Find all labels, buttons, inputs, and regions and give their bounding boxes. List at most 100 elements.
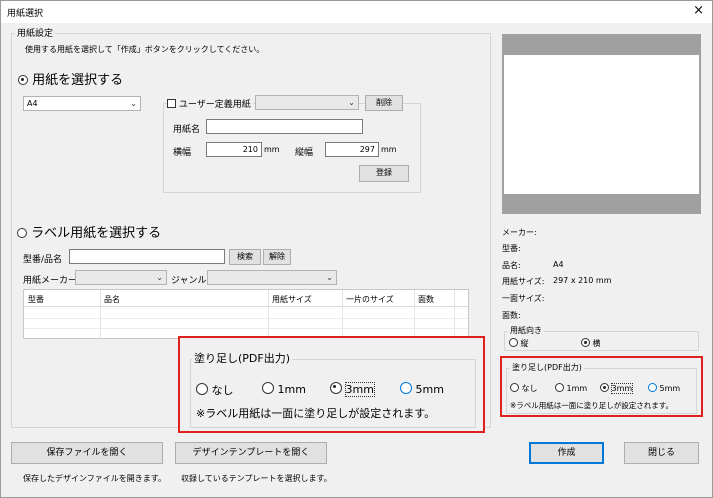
- radio-unselected-icon: [509, 338, 518, 347]
- paper-preview-sheet: [504, 55, 699, 194]
- radio-unselected-icon: [196, 383, 208, 395]
- instruction-text: 使用する用紙を選択して「作成」ボタンをクリックしてください。: [25, 45, 265, 54]
- clear-button[interactable]: 解除: [263, 249, 291, 265]
- row-divider: [24, 318, 468, 319]
- genre-label: ジャンル: [171, 276, 207, 286]
- bleed-option-label: 1mm: [277, 383, 306, 396]
- delete-button[interactable]: 削除: [365, 95, 403, 111]
- column-divider: [414, 290, 415, 338]
- preview-size-value: 297 x 210 mm: [553, 276, 612, 285]
- bleed-highlight-small: 塗り足し(PDF出力) なし 1mm 3mm 5mm ※ラベル用紙は一面に塗り足…: [500, 356, 703, 417]
- model-name-label: 型番/品名: [23, 255, 63, 265]
- create-button[interactable]: 作成: [529, 442, 604, 464]
- bleed-5mm-radio[interactable]: 5mm: [400, 382, 444, 396]
- bleed-option-label: 5mm: [415, 383, 444, 396]
- preview-size-label: 用紙サイズ:: [502, 277, 545, 286]
- open-template-desc: 収録しているテンプレートを選択します。: [181, 474, 332, 483]
- bleed-option-label: 3mm: [344, 382, 375, 397]
- column-header-faces[interactable]: 面数: [418, 294, 434, 305]
- radio-selected-icon: [581, 338, 590, 347]
- open-template-button[interactable]: デザインテンプレートを開く: [175, 442, 327, 464]
- height-input[interactable]: 297: [325, 142, 379, 157]
- bleed-note-small: ※ラベル用紙は一面に塗り足しが設定されます。: [510, 401, 674, 410]
- chevron-down-icon: ⌄: [130, 99, 137, 108]
- paper-select-dialog: 用紙選択 × 用紙設定 使用する用紙を選択して「作成」ボタンをクリックしてくださ…: [0, 0, 713, 498]
- search-button[interactable]: 検索: [229, 249, 261, 265]
- radio-selected-icon: [18, 75, 28, 85]
- paper-name-label: 用紙名: [173, 125, 201, 135]
- radio-unselected-icon: [555, 383, 564, 392]
- open-save-file-button[interactable]: 保存ファイルを開く: [11, 442, 163, 464]
- bleed-3mm-radio[interactable]: 3mm: [330, 382, 375, 397]
- width-unit: mm: [264, 145, 280, 154]
- radio-selected-icon: [330, 382, 342, 394]
- model-name-input[interactable]: [69, 249, 225, 264]
- bleed-option-label: なし: [521, 384, 538, 393]
- column-divider: [454, 290, 455, 338]
- landscape-label: 横: [592, 339, 601, 348]
- bleed-option-label: 5mm: [659, 384, 681, 393]
- radio-unselected-icon: [17, 228, 27, 238]
- user-defined-select[interactable]: ⌄: [255, 95, 359, 110]
- bleed-group-label-small: 塗り足し(PDF出力): [510, 362, 584, 373]
- select-paper-radio-label: 用紙を選択する: [32, 73, 124, 88]
- bleed-highlight-zoomed: 塗り足し(PDF出力) なし 1mm 3mm 5mm ※ラベル用紙は一面に塗り足…: [178, 336, 485, 433]
- paper-size-select[interactable]: A4 ⌄: [23, 96, 141, 111]
- height-unit: mm: [381, 145, 397, 154]
- column-header-piece-size[interactable]: 一片のサイズ: [346, 294, 394, 305]
- preview-faces-label: 面数:: [502, 311, 521, 320]
- bleed-group-label-zoomed: 塗り足し(PDF出力): [192, 350, 293, 366]
- chevron-down-icon: ⌄: [348, 98, 355, 107]
- select-label-paper-radio-label: ラベル用紙を選択する: [31, 226, 162, 241]
- open-save-file-desc: 保存したデザインファイルを開きます。: [23, 474, 166, 483]
- radio-unselected-icon: [510, 383, 519, 392]
- paper-settings-group-label: 用紙設定: [15, 26, 56, 39]
- radio-unselected-icon: [400, 382, 412, 394]
- title-bar: 用紙選択 ×: [1, 1, 712, 23]
- bleed-1mm-radio[interactable]: 1mm: [262, 382, 306, 396]
- bleed-1mm-radio-small[interactable]: 1mm: [555, 383, 587, 393]
- radio-unselected-icon: [262, 382, 274, 394]
- bleed-3mm-radio-small[interactable]: 3mm: [600, 383, 634, 394]
- landscape-radio[interactable]: 横: [581, 338, 601, 349]
- maker-label: 用紙メーカー: [23, 276, 78, 286]
- label-paper-table[interactable]: 型番 品名 用紙サイズ 一片のサイズ 面数: [23, 289, 469, 339]
- table-header: 型番 品名 用紙サイズ 一片のサイズ 面数: [24, 290, 468, 307]
- preview-model-label: 型番:: [502, 244, 521, 253]
- radio-selected-icon: [600, 383, 609, 392]
- portrait-label: 縦: [520, 339, 529, 348]
- select-label-paper-radio[interactable]: ラベル用紙を選択する: [17, 222, 161, 241]
- bleed-note: ※ラベル用紙は一面に塗り足しが設定されます。: [196, 407, 436, 420]
- register-button[interactable]: 登録: [359, 165, 409, 182]
- column-header-model[interactable]: 型番: [28, 294, 44, 305]
- close-icon[interactable]: ×: [693, 4, 704, 18]
- width-label: 横幅: [173, 148, 192, 158]
- bleed-option-label: 1mm: [566, 384, 588, 393]
- orientation-group-label: 用紙向き: [508, 325, 544, 336]
- column-divider: [342, 290, 343, 338]
- genre-select[interactable]: ⌄: [207, 270, 337, 285]
- radio-unselected-icon: [648, 383, 657, 392]
- column-header-paper-size[interactable]: 用紙サイズ: [272, 294, 312, 305]
- portrait-radio[interactable]: 縦: [509, 338, 529, 349]
- select-paper-radio[interactable]: 用紙を選択する: [18, 69, 123, 88]
- paper-name-input[interactable]: [206, 119, 363, 134]
- bleed-5mm-radio-small[interactable]: 5mm: [648, 383, 680, 393]
- column-divider: [100, 290, 101, 338]
- width-input[interactable]: 210: [206, 142, 262, 157]
- chevron-down-icon: ⌄: [326, 273, 333, 282]
- window-title: 用紙選択: [7, 9, 44, 19]
- chevron-down-icon: ⌄: [156, 273, 163, 282]
- close-button[interactable]: 閉じる: [624, 442, 699, 464]
- maker-select[interactable]: ⌄: [75, 270, 167, 285]
- column-header-name[interactable]: 品名: [104, 294, 120, 305]
- user-defined-label: ユーザー定義用紙: [178, 100, 251, 110]
- paper-size-value: A4: [27, 99, 38, 108]
- paper-preview: [502, 34, 701, 214]
- bleed-option-label: 3mm: [610, 383, 634, 394]
- preview-piece-label: 一面サイズ:: [502, 294, 545, 303]
- preview-name-label: 品名:: [502, 261, 521, 270]
- bleed-none-radio-small[interactable]: なし: [510, 383, 538, 394]
- user-defined-checkbox[interactable]: ユーザー定義用紙: [167, 97, 253, 110]
- bleed-none-radio[interactable]: なし: [196, 382, 234, 398]
